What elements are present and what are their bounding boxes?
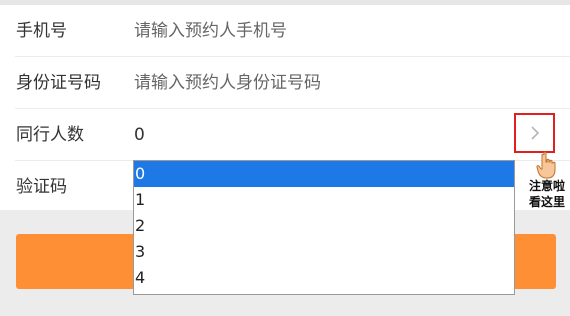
id-card-input[interactable]: 请输入预约人身份证号码 [134,57,321,109]
chevron-right-icon [530,126,539,140]
phone-label: 手机号 [16,21,67,41]
verify-code-label: 验证码 [16,177,67,197]
companions-row[interactable]: 同行人数 0 [0,109,570,161]
dropdown-option[interactable]: 2 [134,213,514,239]
dropdown-option[interactable]: 4 [134,265,514,291]
companions-label: 同行人数 [16,125,84,145]
companions-select[interactable]: 0 [134,109,145,161]
id-card-label: 身份证号码 [16,73,101,93]
dropdown-option[interactable]: 1 [134,187,514,213]
companions-expand-button[interactable] [514,113,555,153]
callout-line-2: 看这里 [528,195,565,209]
phone-row: 手机号 请输入预约人手机号 [0,5,570,57]
companions-dropdown: 0 1 2 3 4 [133,160,515,295]
id-card-row: 身份证号码 请输入预约人身份证号码 [0,57,570,109]
callout-note: 注意啦 看这里 [524,178,570,210]
dropdown-option[interactable]: 0 [134,161,514,187]
dropdown-option[interactable]: 3 [134,239,514,265]
pointing-hand-icon [536,151,556,179]
callout-line-1: 注意啦 [528,179,565,193]
phone-input[interactable]: 请输入预约人手机号 [134,5,287,57]
